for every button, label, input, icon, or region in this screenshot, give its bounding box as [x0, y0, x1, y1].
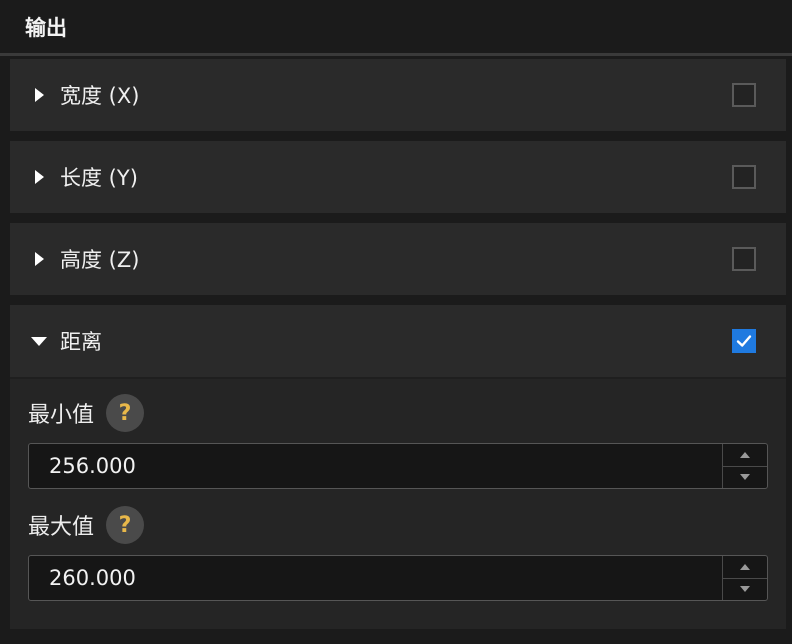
chevron-down-icon	[740, 474, 750, 481]
section-label-width: 宽度 (X)	[60, 84, 140, 108]
section-length[interactable]: 长度 (Y)	[10, 141, 786, 213]
max-value-stepper	[722, 556, 767, 600]
question-icon[interactable]: ?	[106, 506, 145, 544]
min-increment-button[interactable]	[723, 444, 767, 467]
min-value-stepper	[722, 444, 767, 488]
caret-down-icon[interactable]	[31, 334, 47, 348]
length-checkbox[interactable]	[732, 165, 756, 189]
caret-right-icon[interactable]	[32, 170, 46, 184]
max-value-label-row: 最大值 ?	[28, 503, 768, 547]
distance-settings: 最小值 ? 256.000 最大值 ? 260.000	[10, 379, 786, 629]
question-icon[interactable]: ?	[106, 394, 145, 432]
panel-title: 输出	[0, 0, 792, 56]
chevron-up-icon	[740, 451, 750, 458]
section-width[interactable]: 宽度 (X)	[10, 59, 786, 131]
caret-right-icon[interactable]	[32, 252, 46, 266]
min-value-label: 最小值	[28, 403, 95, 428]
max-increment-button[interactable]	[723, 556, 767, 579]
max-value-label: 最大值	[28, 515, 95, 540]
section-label-height: 高度 (Z)	[60, 248, 140, 272]
section-label-distance: 距离	[60, 330, 102, 354]
caret-right-icon[interactable]	[32, 88, 46, 102]
min-value-field[interactable]: 256.000	[29, 444, 722, 488]
section-label-length: 长度 (Y)	[60, 166, 138, 190]
output-panel: 输出 宽度 (X) 长度 (Y) 高度 (Z) 距离 最小值 ? 256.000…	[0, 0, 792, 644]
chevron-down-icon	[740, 586, 750, 593]
output-options: 宽度 (X) 长度 (Y) 高度 (Z) 距离 最小值 ? 256.000 最大…	[10, 59, 786, 629]
max-value-field[interactable]: 260.000	[29, 556, 722, 600]
section-height[interactable]: 高度 (Z)	[10, 223, 786, 295]
height-checkbox[interactable]	[732, 247, 756, 271]
min-value-label-row: 最小值 ?	[28, 391, 768, 435]
max-decrement-button[interactable]	[723, 579, 767, 601]
min-value-input[interactable]: 256.000	[28, 443, 768, 489]
checkmark-icon	[736, 335, 752, 347]
section-distance[interactable]: 距离	[10, 305, 786, 379]
max-value-input[interactable]: 260.000	[28, 555, 768, 601]
chevron-up-icon	[740, 563, 750, 570]
min-decrement-button[interactable]	[723, 467, 767, 489]
distance-checkbox[interactable]	[732, 329, 756, 353]
width-checkbox[interactable]	[732, 83, 756, 107]
